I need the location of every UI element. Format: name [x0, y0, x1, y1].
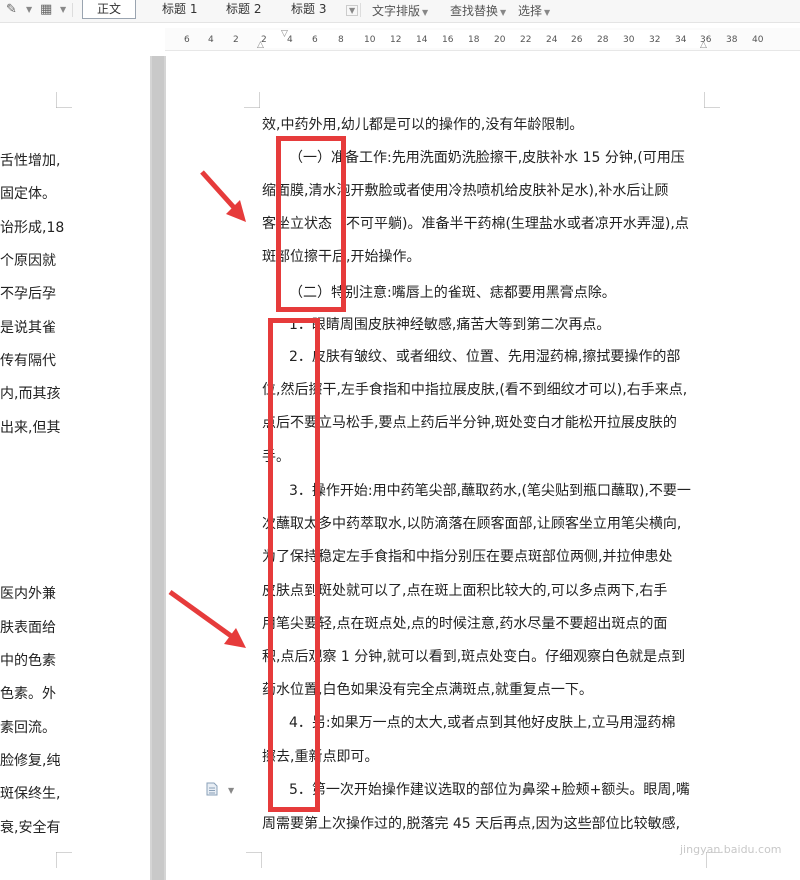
left-page-line: 诒形成,18 — [0, 220, 65, 236]
ruler-tick-label: 18 — [468, 35, 480, 45]
chevron-down-icon[interactable]: ▼ — [26, 5, 32, 14]
left-page-line: 脸修复,纯 — [0, 753, 61, 769]
document-line: 4．另:如果万一点的太大,或者点到其他好皮肤上,立马用湿药棉 — [289, 715, 676, 731]
left-page-line: 衰,安全有 — [0, 820, 61, 836]
find-replace-menu[interactable]: 查找替换 ▼ — [450, 2, 506, 19]
document-line: 5．第一次开始操作建议选取的部位为鼻梁+脸颊+额头。眼周,嘴 — [289, 782, 690, 798]
chevron-down-icon: ▼ — [544, 8, 551, 17]
document-line: 点后不要立马松手,要点上药后半分钟,斑处变白才能松开拉展皮肤的 — [262, 415, 677, 431]
divider — [72, 3, 73, 17]
left-page-line: 医内外兼 — [0, 586, 56, 602]
ruler-tick-label: 2 — [233, 35, 239, 45]
left-page-line: 出来,但其 — [0, 420, 61, 436]
ruler-tick-label: 6 — [312, 35, 318, 45]
ruler-tick-label: 12 — [390, 35, 402, 45]
left-indent-marker[interactable]: △ — [257, 40, 264, 50]
left-page-line: 传有隔代 — [0, 353, 56, 369]
left-page-line: 个原因就 — [0, 253, 56, 269]
ribbon-toolbar: ✎ ▼ ▦ ▼ 正文 标题 1 标题 2 标题 3 ▼ 文字排版 ▼ 查找替换 ▼ … — [0, 0, 800, 23]
ruler-tick-label: 38 — [726, 35, 738, 45]
ruler-tick-label: 20 — [494, 35, 506, 45]
annotation-box-bottom — [268, 318, 320, 812]
document-line: 2．皮肤有皱纹、或者细纹、位置、先用湿药棉,擦拭要操作的部 — [289, 349, 681, 365]
left-page-line: 内,而其孩 — [0, 386, 61, 402]
divider — [360, 3, 361, 17]
document-icon[interactable] — [206, 782, 218, 796]
chevron-down-icon[interactable]: ▼ — [60, 5, 66, 14]
ruler-text-area — [260, 30, 708, 48]
select-menu[interactable]: 选择 ▼ — [518, 2, 550, 19]
right-indent-marker[interactable]: △ — [700, 40, 707, 50]
chevron-down-icon: ▼ — [422, 8, 429, 17]
annotation-arrow-bottom — [168, 589, 246, 648]
border-icon[interactable]: ▦ — [40, 2, 52, 17]
text-layout-label: 文字排版 — [372, 4, 421, 18]
ruler-tick-label: 26 — [571, 35, 583, 45]
chevron-down-icon[interactable]: ▼ — [228, 786, 234, 795]
left-page-line: 固定体。 — [0, 186, 56, 202]
annotation-box-top — [276, 136, 346, 312]
style-heading2-button[interactable]: 标题 2 — [226, 0, 261, 18]
document-line: 周需要第上次操作过的,脱落完 45 天后再点,因为这些部位比较敏感, — [262, 816, 681, 832]
ruler-tick-label: 8 — [338, 35, 344, 45]
first-line-indent-marker[interactable]: ▽ — [281, 29, 288, 39]
ruler-tick-label: 16 — [442, 35, 454, 45]
ruler-tick-label: 6 — [184, 35, 190, 45]
style-normal-button[interactable]: 正文 — [82, 0, 137, 19]
style-heading1-button[interactable]: 标题 1 — [162, 0, 197, 18]
annotation-arrow-top — [200, 170, 246, 222]
margin-corner-mark — [56, 92, 72, 108]
margin-corner-mark — [246, 852, 262, 868]
left-page-line: 是说其雀 — [0, 320, 56, 336]
ruler-tick-label: 40 — [752, 35, 764, 45]
left-page-line: 色素。外 — [0, 686, 56, 702]
styles-more-icon[interactable]: ▼ — [346, 5, 359, 16]
ruler-tick-label: 24 — [546, 35, 558, 45]
document-line: 为了保持稳定左手食指和中指分别压在要点斑部位两侧,并拉伸患处 — [262, 549, 673, 565]
chevron-down-icon: ▼ — [500, 8, 507, 17]
document-line: 次蘸取太多中药萃取水,以防滴落在顾客面部,让顾客坐立用笔尖横向, — [262, 516, 682, 532]
ruler-tick-label: 32 — [649, 35, 661, 45]
left-page-line: 中的色素 — [0, 653, 56, 669]
ruler-tick-label: 30 — [623, 35, 635, 45]
left-page-line: 舌性增加, — [0, 153, 61, 169]
find-replace-label: 查找替换 — [450, 4, 499, 18]
margin-corner-mark — [704, 92, 720, 108]
margin-corner-mark — [244, 92, 260, 108]
left-page-line: 不孕后孕 — [0, 286, 56, 302]
margin-corner-mark — [56, 852, 72, 868]
left-page-line: 素回流。 — [0, 720, 56, 736]
left-page-line: 斑保终生, — [0, 786, 61, 802]
ruler-tick-label: 22 — [520, 35, 532, 45]
document-line: 皮肤点到斑处就可以了,点在斑上面积比较大的,可以多点两下,右手 — [262, 583, 668, 599]
ruler-tick-label: 4 — [208, 35, 214, 45]
document-line: 积,点后观察 1 分钟,就可以看到,斑点处变白。仔细观察白色就是点到 — [262, 649, 686, 665]
watermark: jingyan.baidu.com — [680, 843, 782, 856]
format-painter-icon[interactable]: ✎ — [6, 2, 17, 17]
ruler-tick-label: 14 — [416, 35, 428, 45]
text-layout-menu[interactable]: 文字排版 ▼ — [372, 2, 428, 19]
ruler-tick-label: 28 — [597, 35, 609, 45]
page-gap-inner — [152, 56, 164, 880]
document-line: 效,中药外用,幼儿都是可以的操作的,没有年龄限制。 — [262, 117, 584, 133]
document-line: 用笔尖要轻,点在斑点处,点的时候注意,药水尽量不要超出斑点的面 — [262, 616, 668, 632]
document-line: （一）准备工作:先用洗面奶洗脸擦干,皮肤补水 15 分钟,(可用压 — [289, 150, 685, 166]
ruler-tick-label: 34 — [675, 35, 687, 45]
select-label: 选择 — [518, 4, 543, 18]
style-heading3-button[interactable]: 标题 3 — [291, 0, 326, 18]
document-line: 3．操作开始:用中药笔尖部,蘸取药水,(笔尖贴到瓶口蘸取),不要一 — [289, 483, 691, 499]
left-page-line: 肤表面给 — [0, 620, 56, 636]
ruler-tick-label: 10 — [364, 35, 376, 45]
document-line: 位,然后擦干,左手食指和中指拉展皮肤,(看不到细纹才可以),右手来点, — [262, 382, 688, 398]
document-line: 1．眼睛周围皮肤神经敏感,痛苦大等到第二次再点。 — [289, 317, 611, 333]
